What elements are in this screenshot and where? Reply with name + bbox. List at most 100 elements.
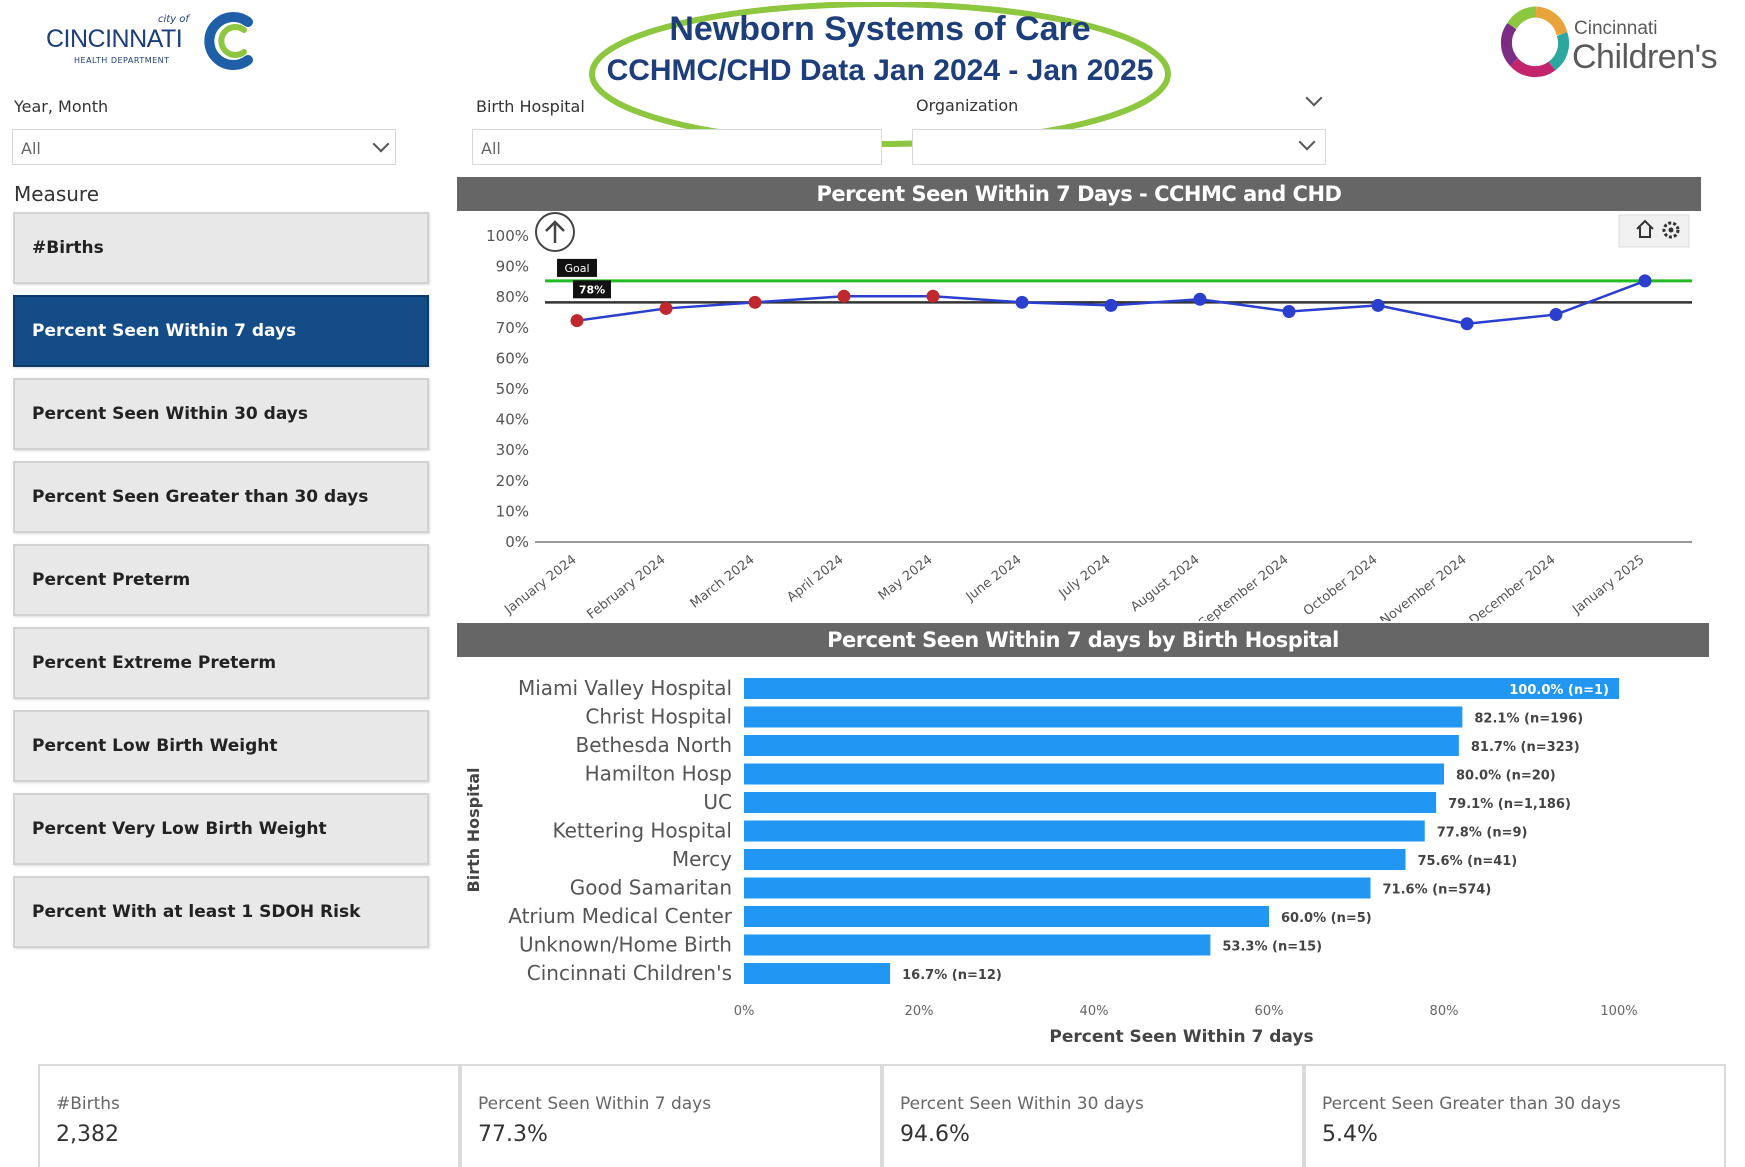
logo-cincinnati-text: Cincinnati [1574, 18, 1658, 39]
data-label: 100.0% (n=1) [1509, 683, 1609, 698]
y-tick-label: 60% [496, 349, 529, 367]
year-month-label: Year, Month [14, 97, 109, 116]
kpi-label: Percent Seen Greater than 30 days [1322, 1094, 1621, 1114]
birth-hospital-label: Birth Hospital [476, 97, 585, 116]
x-axis-title: Percent Seen Within 7 days [1049, 1027, 1313, 1047]
x-tick-label: January 2025 [1569, 552, 1647, 618]
measure-button[interactable]: Percent Seen Greater than 30 days [13, 461, 429, 533]
category-label: Miami Valley Hospital [518, 676, 732, 700]
y-tick-label: 50% [496, 380, 529, 398]
data-point [1193, 292, 1207, 306]
kpi-card: Percent Seen Within 7 days 77.3% [460, 1064, 882, 1167]
category-label: Cincinnati Children's [527, 961, 732, 985]
x-tick-label: 80% [1430, 1004, 1459, 1019]
x-tick-label: April 2024 [784, 552, 846, 605]
x-tick-label: 40% [1080, 1004, 1109, 1019]
bar[interactable] [744, 792, 1437, 813]
x-tick-label: February 2024 [585, 552, 669, 621]
data-point [570, 314, 584, 328]
data-point [1549, 308, 1563, 322]
bar[interactable] [744, 763, 1444, 785]
data-label: 77.8% (n=9) [1437, 826, 1528, 841]
drill-up-button[interactable] [535, 212, 575, 252]
birth-hospital-dropdown[interactable]: All [472, 129, 882, 165]
measure-button[interactable]: Percent Very Low Birth Weight [13, 793, 429, 865]
data-point [1638, 274, 1652, 288]
data-label: 75.6% (n=41) [1418, 854, 1518, 869]
kpi-label: Percent Seen Within 7 days [478, 1094, 712, 1114]
x-tick-label: January 2024 [501, 552, 579, 618]
kpi-label: Percent Seen Within 30 days [900, 1094, 1144, 1114]
measure-button-label: Percent With at least 1 SDOH Risk [32, 902, 361, 922]
data-point [1460, 317, 1474, 331]
y-tick-label: 90% [496, 258, 529, 276]
average-label: 78% [579, 283, 605, 296]
category-label: Kettering Hospital [552, 819, 732, 843]
bar[interactable] [744, 849, 1406, 870]
x-tick-label: June 2024 [963, 552, 1025, 605]
data-point [1282, 305, 1296, 318]
logo-cincinnati-text: CINCINNATI [46, 25, 183, 53]
bar[interactable] [744, 735, 1459, 756]
category-label: Bethesda North [575, 733, 732, 757]
bar[interactable] [744, 934, 1211, 956]
bar[interactable] [744, 963, 891, 984]
x-tick-label: March 2024 [688, 552, 758, 611]
category-label: UC [703, 790, 732, 814]
bar[interactable] [744, 877, 1371, 899]
title-line-2: CCHMC/CHD Data Jan 2024 - Jan 2025 [606, 54, 1154, 87]
birth-hospital-value: All [481, 139, 501, 158]
category-label: Atrium Medical Center [508, 904, 733, 928]
organization-dropdown[interactable] [912, 129, 1326, 165]
bar[interactable] [744, 906, 1269, 927]
x-tick-label: September 2024 [1196, 552, 1291, 621]
y-tick-label: 20% [496, 472, 529, 490]
x-tick-label: November 2024 [1378, 552, 1470, 621]
year-month-dropdown[interactable]: All [12, 129, 396, 165]
logo-childrens-text: Children's [1572, 38, 1718, 76]
logo-health-department-text: HEALTH DEPARTMENT [74, 56, 170, 65]
category-label: Mercy [672, 847, 732, 871]
kpi-value: 94.6% [900, 1122, 970, 1147]
bar[interactable] [744, 820, 1425, 842]
y-axis-title: Birth Hospital [464, 768, 483, 893]
measure-button[interactable]: Percent Preterm [13, 544, 429, 616]
data-label: 53.3% (n=15) [1222, 940, 1322, 955]
measure-button[interactable]: Percent With at least 1 SDOH Risk [13, 876, 429, 948]
data-point [1015, 295, 1029, 309]
data-label: 81.7% (n=323) [1471, 740, 1580, 755]
x-tick-label: 20% [905, 1004, 934, 1019]
cincinnati-health-department-logo: city of CINCINNATI HEALTH DEPARTMENT [46, 10, 266, 70]
bar[interactable] [744, 706, 1463, 728]
x-tick-label: 60% [1255, 1004, 1284, 1019]
measure-button[interactable]: #Births [13, 212, 429, 284]
bar[interactable] [744, 678, 1619, 699]
data-label: 71.6% (n=574) [1383, 883, 1492, 898]
measure-button[interactable]: Percent Low Birth Weight [13, 710, 429, 782]
x-tick-label: May 2024 [876, 552, 936, 603]
data-point [1371, 298, 1385, 312]
data-label: 79.1% (n=1,186) [1448, 797, 1571, 812]
kpi-value: 2,382 [56, 1122, 119, 1147]
goal-label: Goal [564, 262, 589, 275]
cincinnati-childrens-logo: Cincinnati Children's [1500, 4, 1740, 84]
measure-button[interactable]: Percent Seen Within 30 days [13, 378, 429, 450]
y-tick-label: 80% [496, 288, 529, 306]
chevron-down-icon[interactable] [1305, 89, 1323, 107]
measure-button[interactable]: Percent Extreme Preterm [13, 627, 429, 699]
data-point [748, 295, 762, 309]
measure-button-label: Percent Extreme Preterm [32, 653, 277, 673]
measure-button-label: #Births [32, 238, 104, 258]
kpi-card: Percent Seen Greater than 30 days 5.4% [1304, 1064, 1726, 1167]
bar-chart-title: Percent Seen Within 7 days by Birth Hosp… [457, 623, 1709, 657]
measure-button[interactable]: Percent Seen Within 7 days [13, 295, 429, 367]
gear-icon-center [1668, 227, 1674, 233]
measure-button-label: Percent Seen Within 30 days [32, 404, 309, 424]
x-tick-label: July 2024 [1056, 552, 1114, 602]
data-point [837, 289, 851, 303]
data-label: 60.0% (n=5) [1281, 911, 1372, 926]
category-label: Christ Hospital [585, 705, 732, 729]
y-tick-label: 0% [505, 533, 529, 551]
line-chart-title: Percent Seen Within 7 Days - CCHMC and C… [457, 177, 1701, 211]
chart-toolbar [1618, 214, 1690, 248]
